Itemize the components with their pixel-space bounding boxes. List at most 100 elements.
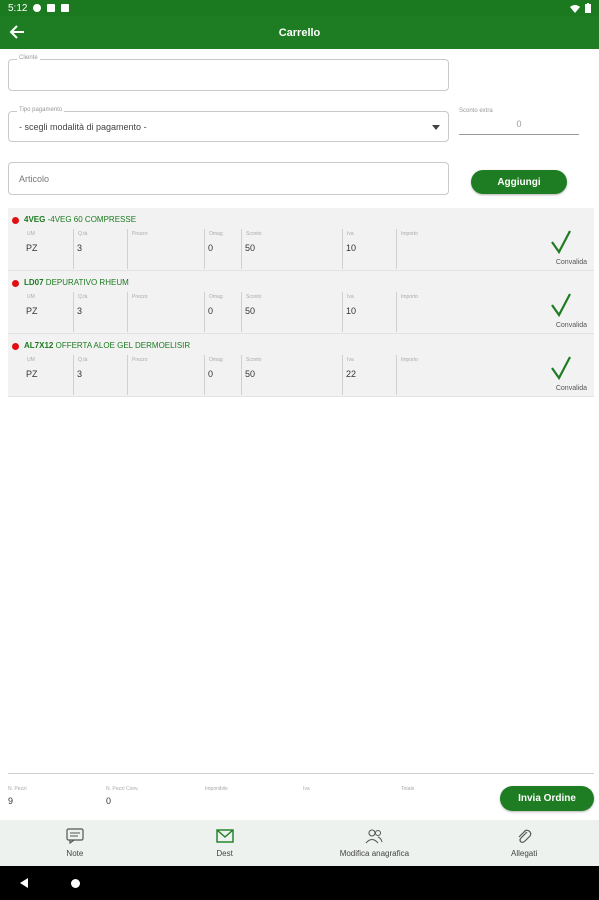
checkmark-icon[interactable]: [550, 356, 572, 380]
n-pezzi-conv-label: N. Pezzi Conv.: [106, 786, 139, 792]
item-cell-prezzo: Prezzo: [129, 292, 205, 332]
cart-item-row[interactable]: 4VEG -4VEG 60 COMPRESSE UM PZ Q.tà 3 Prezzo Om…: [8, 208, 594, 271]
item-value-omag: 0: [208, 306, 214, 316]
status-dot-icon: [12, 343, 19, 350]
column-label-um: UM: [27, 357, 35, 363]
item-value-omag: 0: [208, 243, 214, 253]
item-cell-omag: Omag 0: [206, 355, 242, 395]
sconto-extra-value: 0: [516, 119, 522, 129]
column-label-qta: Q.tà: [78, 231, 88, 237]
app-bar: Carrello: [0, 16, 599, 49]
nav-note[interactable]: Note: [0, 820, 150, 866]
dropdown-caret-icon: [432, 124, 440, 130]
nav-note-label: Note: [66, 849, 84, 858]
n-pezzi-label: N. Pezzi: [8, 786, 27, 792]
back-arrow-icon[interactable]: [6, 21, 28, 43]
column-label-qta: Q.tà: [78, 294, 88, 300]
item-cell-importo: Importo: [398, 292, 518, 332]
item-value-sconto: 50: [245, 243, 256, 253]
status-dot-icon: [12, 217, 19, 224]
item-value-qta: 3: [77, 243, 83, 253]
total-iva: Iva: [303, 786, 310, 792]
item-description: OFFERTA ALOE GEL DERMOELISIR: [55, 341, 191, 350]
item-description: DEPURATIVO RHEUM: [45, 278, 129, 287]
cart-item-row[interactable]: LD07 DEPURATIVO RHEUM UM PZ Q.tà 3 Prezzo Omag…: [8, 271, 594, 334]
total-pezzi: N. Pezzi 9: [8, 786, 27, 806]
cliente-field[interactable]: Cliente: [8, 55, 449, 91]
item-cell-importo: Importo: [398, 229, 518, 269]
column-label-um: UM: [27, 294, 35, 300]
item-value-qta: 3: [77, 306, 83, 316]
battery-icon: [585, 3, 591, 13]
item-value-um: PZ: [26, 243, 38, 253]
users-icon: [365, 829, 383, 844]
column-label-importo: Importo: [401, 357, 418, 363]
invia-ordine-button[interactable]: Invia Ordine: [500, 786, 594, 811]
item-cell-iva: Iva 22: [344, 355, 397, 395]
column-label-omag: Omag: [209, 294, 223, 300]
item-cell-iva: Iva 10: [344, 292, 397, 332]
item-value-um: PZ: [26, 306, 38, 316]
column-label-sconto: Sconto: [246, 231, 262, 237]
item-value-omag: 0: [208, 369, 214, 379]
item-cell-sconto: Sconto 50: [243, 292, 343, 332]
footer-divider: [8, 773, 594, 774]
cart-list: 4VEG -4VEG 60 COMPRESSE UM PZ Q.tà 3 Prezzo Om…: [8, 208, 594, 397]
item-value-iva: 22: [346, 369, 357, 379]
cliente-label: Cliente: [17, 55, 40, 61]
convalida-button[interactable]: Convalida: [556, 385, 587, 392]
n-pezzi-value: 9: [8, 796, 14, 806]
system-home-icon[interactable]: [71, 879, 80, 888]
page-title: Carrello: [278, 26, 321, 39]
sconto-extra-label: Sconto extra: [459, 108, 493, 114]
sconto-extra-field[interactable]: Sconto extra 0: [459, 108, 579, 135]
item-title: AL7X12 OFFERTA ALOE GEL DERMOELISIR: [24, 341, 190, 350]
item-cell-iva: Iva 10: [344, 229, 397, 269]
nav-allegati[interactable]: Allegati: [449, 820, 599, 866]
totale-label: Totale: [401, 786, 415, 792]
articolo-placeholder: Articolo: [19, 173, 50, 184]
convalida-button[interactable]: Convalida: [556, 259, 587, 266]
column-label-importo: Importo: [401, 294, 418, 300]
mail-icon: [215, 829, 234, 843]
column-label-iva: Iva: [347, 357, 354, 363]
pagamento-select[interactable]: Tipo pagamento - scegli modalità di paga…: [8, 107, 449, 142]
item-cell-importo: Importo: [398, 355, 518, 395]
nav-allegati-label: Allegati: [511, 849, 538, 858]
column-label-qta: Q.tà: [78, 357, 88, 363]
column-label-prezzo: Prezzo: [132, 357, 148, 363]
column-label-iva: Iva: [347, 294, 354, 300]
item-title: 4VEG -4VEG 60 COMPRESSE: [24, 215, 136, 224]
total-totale: Totale: [401, 786, 414, 792]
imponibile-label: Imponibile: [205, 786, 228, 792]
item-code: AL7X12: [24, 341, 54, 350]
status-bar: 5:12: [0, 0, 599, 16]
aggiungi-button[interactable]: Aggiungi: [471, 170, 567, 194]
item-value-sconto: 50: [245, 369, 256, 379]
wifi-icon: [570, 4, 580, 13]
convalida-button[interactable]: Convalida: [556, 322, 587, 329]
checkmark-icon[interactable]: [550, 230, 572, 254]
system-nav-bar: [0, 866, 599, 900]
nav-dest[interactable]: Dest: [150, 820, 300, 866]
column-label-sconto: Sconto: [246, 357, 262, 363]
iva-total-label: Iva: [303, 786, 310, 792]
system-back-icon[interactable]: [20, 878, 28, 888]
item-code: 4VEG: [24, 215, 46, 224]
notification-status-icon: [47, 4, 56, 12]
articolo-input[interactable]: Articolo: [8, 162, 449, 195]
nav-dest-label: Dest: [216, 849, 233, 858]
item-cell-sconto: Sconto 50: [243, 229, 343, 269]
cart-item-row[interactable]: AL7X12 OFFERTA ALOE GEL DERMOELISIR UM PZ Q…: [8, 334, 594, 397]
column-label-prezzo: Prezzo: [132, 294, 148, 300]
item-cell-qta: Q.tà 3: [75, 355, 128, 395]
total-pezzi-conv: N. Pezzi Conv. 0: [106, 786, 139, 806]
item-cell-um: UM PZ: [24, 355, 74, 395]
item-title: LD07 DEPURATIVO RHEUM: [24, 278, 129, 287]
item-value-um: PZ: [26, 369, 38, 379]
column-label-iva: Iva: [347, 231, 354, 237]
nav-modifica-anagrafica[interactable]: Modifica anagrafica: [300, 820, 450, 866]
checkmark-icon[interactable]: [550, 293, 572, 317]
item-value-sconto: 50: [245, 306, 256, 316]
settings-status-icon: [33, 4, 42, 12]
